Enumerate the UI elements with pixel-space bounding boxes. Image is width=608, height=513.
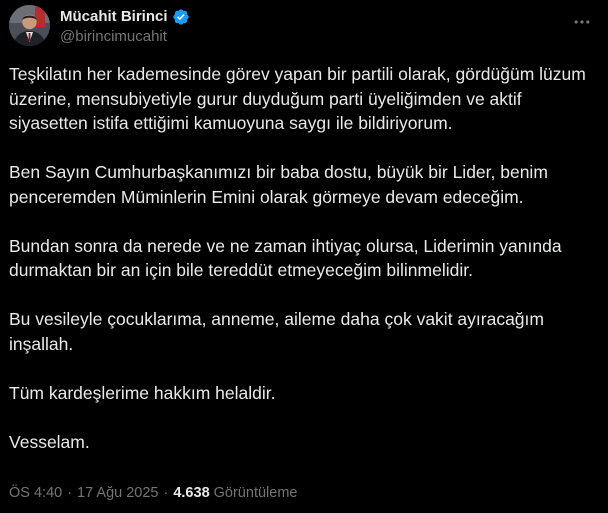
tweet-date[interactable]: 17 Ağu 2025 (77, 485, 158, 501)
author-handle[interactable]: @birincimucahit (60, 28, 190, 45)
tweet-paragraph: Ben Sayın Cumhurbaşkanımızı bir baba dos… (9, 162, 548, 207)
meta-separator: · (163, 485, 169, 501)
tweet-paragraph: Teşkilatın her kademesinde görev yapan b… (9, 64, 586, 133)
meta-separator: · (67, 485, 73, 501)
author-info: Mücahit Birinci @birincimucahit (60, 6, 190, 45)
tweet-time[interactable]: ÖS 4:40 (9, 485, 62, 501)
more-options-icon[interactable] (570, 10, 594, 34)
tweet-card: Mücahit Birinci @birincimucahit Teşkilat… (0, 0, 608, 513)
verified-badge-icon[interactable] (172, 8, 190, 26)
views-count: 4.638 (173, 485, 210, 501)
tweet-text: Teşkilatın her kademesinde görev yapan b… (9, 62, 599, 479)
views-label: Görüntüleme (213, 485, 298, 501)
tweet-paragraph: Bundan sonra da nerede ve ne zaman ihtiy… (9, 235, 562, 281)
tweet-meta: ÖS 4:40 · 17 Ağu 2025 · 4.638 Görüntülem… (9, 485, 297, 501)
tweet-paragraph: Tüm kardeşlerime hakkım helaldir. (9, 382, 276, 403)
tweet-paragraph: Bu vesileyle çocuklarıma, anneme, aileme… (9, 309, 544, 354)
author-name-row: Mücahit Birinci (60, 6, 190, 27)
avatar[interactable] (9, 5, 50, 46)
author-name[interactable]: Mücahit Birinci (60, 8, 168, 25)
tweet-paragraph: Vesselam. (9, 431, 90, 452)
avatar-image (9, 5, 50, 46)
